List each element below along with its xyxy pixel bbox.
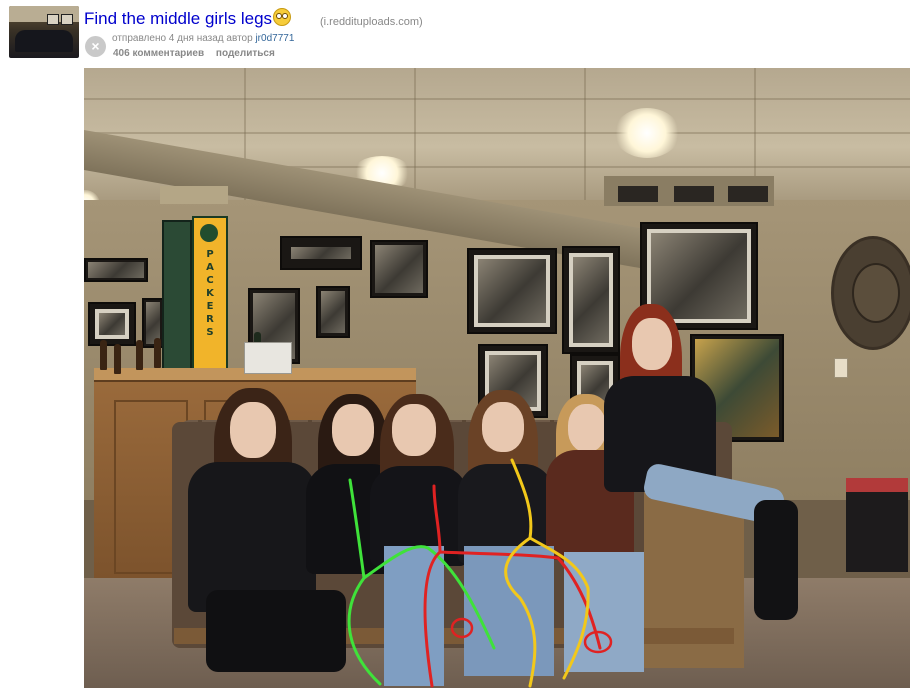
thumbnail-people <box>15 30 73 52</box>
thumbnail-frame <box>47 14 59 25</box>
tagline-prefix: отправлено 4 дня назад автор <box>112 33 253 44</box>
post-domain[interactable]: (i.reddituploads.com) <box>320 16 423 28</box>
author-link[interactable]: jr0d7771 <box>255 33 294 44</box>
annotation-overlay <box>347 458 613 688</box>
flushed-face-emoji-icon <box>273 8 292 26</box>
post-tagline: отправлено 4 дня назад автор jr0d7771 <box>112 33 294 44</box>
yellow-annotation-line <box>504 458 590 688</box>
post-title-text: Find the middle girls legs <box>84 9 273 28</box>
close-icon[interactable]: × <box>85 36 106 57</box>
green-annotation-line <box>347 478 496 686</box>
thumbnail-frame <box>61 14 73 25</box>
post-entry: Find the middle girls legs (i.reddituplo… <box>0 0 912 68</box>
red-annotation-circle <box>450 617 474 639</box>
expanded-image[interactable]: PACKERS <box>84 68 910 688</box>
post-title-link[interactable]: Find the middle girls legs <box>84 8 292 29</box>
comments-link[interactable]: 406 комментариев <box>113 48 204 59</box>
share-link[interactable]: поделиться <box>216 48 275 59</box>
post-thumbnail[interactable] <box>9 6 79 58</box>
post-buttons: 406 комментариев поделиться <box>113 48 284 59</box>
